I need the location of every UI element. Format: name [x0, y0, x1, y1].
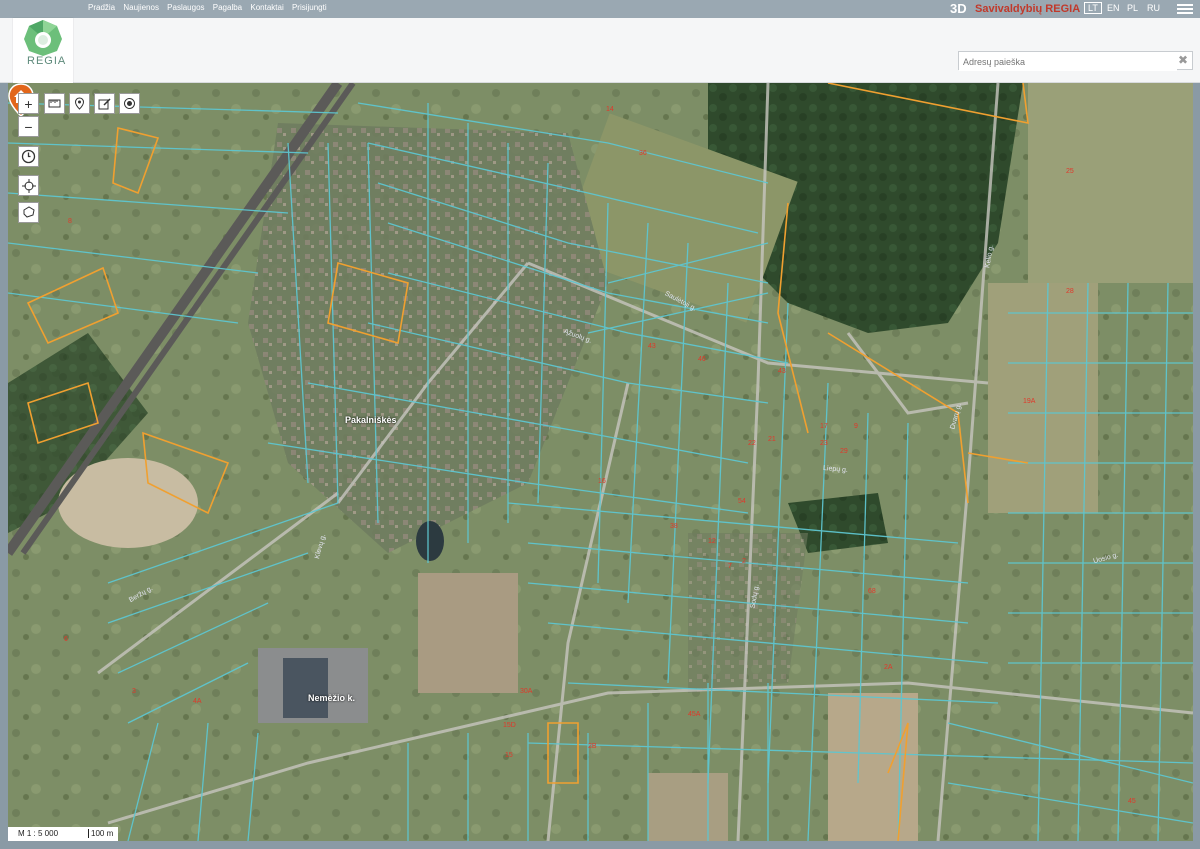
parcel-number: 7: [728, 563, 732, 570]
zoom-out-button[interactable]: −: [18, 116, 39, 137]
parcel-number: 36: [639, 150, 647, 157]
ruler-icon: [48, 99, 61, 108]
regia-logo-icon: [24, 20, 62, 56]
pin-icon: [74, 97, 85, 110]
parcel-number: 2: [742, 558, 746, 565]
parcel-number: 21: [768, 436, 776, 443]
target-icon: [124, 98, 135, 109]
parcel-number: 23: [820, 440, 828, 447]
map-canvas[interactable]: 21 22 23 17 19A 25 28 14 45 12 2A 3 38 3…: [8, 83, 1193, 841]
zoom-in-button[interactable]: +: [18, 93, 39, 114]
target-button[interactable]: [119, 93, 140, 114]
parcel-number: 2B: [588, 743, 597, 750]
edit-icon: [98, 98, 111, 110]
scale-ratio: M 1 : 5 000: [18, 829, 59, 838]
parcel-number: 17: [820, 423, 828, 430]
parcel-number: 43: [648, 343, 656, 350]
edit-button[interactable]: [94, 93, 115, 114]
nav-login[interactable]: Prisijungti: [292, 3, 327, 12]
main-nav: Pradžia Naujienos Paslaugos Pagalba Kont…: [88, 3, 333, 12]
brand-title: Savivaldybių REGIA: [975, 3, 1081, 15]
parcel-number: 46: [698, 356, 706, 363]
map-view[interactable]: 21 22 23 17 19A 25 28 14 45 12 2A 3 38 3…: [8, 83, 1193, 841]
place-pin-button[interactable]: [69, 93, 90, 114]
clear-icon[interactable]: ✖: [1178, 53, 1188, 67]
parcel-number: 54: [738, 498, 746, 505]
address-search: ✖: [958, 51, 1193, 71]
lang-lt[interactable]: LT: [1084, 2, 1102, 14]
scale-length: 100 m: [88, 829, 113, 838]
parcel-number: 9: [854, 423, 858, 430]
parcel-number: 15D: [503, 722, 516, 729]
parcel-number: 16: [598, 478, 606, 485]
parcel-number: 68: [868, 588, 876, 595]
logo-text: REGIA: [27, 55, 67, 67]
parcel-number: 6: [64, 636, 68, 643]
header: REGIA ✖: [0, 18, 1200, 84]
parcel-number: 12: [708, 538, 716, 545]
address-search-input[interactable]: [959, 53, 1177, 71]
logo[interactable]: REGIA: [13, 18, 73, 84]
parcel-number: 38: [670, 523, 678, 530]
locate-button[interactable]: [18, 175, 39, 196]
parcel-number: 28: [1066, 288, 1074, 295]
minus-icon: −: [24, 118, 33, 135]
parcel-number: 29: [840, 448, 848, 455]
parcel-number: 8: [68, 218, 72, 225]
nav-help[interactable]: Pagalba: [213, 3, 242, 12]
parcel-number: 22: [748, 440, 756, 447]
history-button[interactable]: [18, 146, 39, 167]
parcel-number: 25: [1066, 168, 1074, 175]
3d-toggle-button[interactable]: 3D: [950, 1, 967, 16]
parcel-number: 43: [778, 368, 786, 375]
lang-ru[interactable]: RU: [1147, 3, 1160, 13]
nav-services[interactable]: Paslaugos: [167, 3, 204, 12]
parcel-number: 3: [132, 688, 136, 695]
scale-bar: M 1 : 5 000 100 m: [8, 827, 118, 841]
parcel-number: 45A: [688, 711, 701, 718]
nav-contacts[interactable]: Kontaktai: [250, 3, 283, 12]
place-name-nemezio: Nemėžio k.: [308, 693, 356, 703]
nav-news[interactable]: Naujienos: [123, 3, 159, 12]
clock-icon: [21, 149, 36, 164]
place-name-pakalniskes: Pakalniškės: [345, 415, 397, 425]
nav-home[interactable]: Pradžia: [88, 3, 115, 12]
measure-button[interactable]: [44, 93, 65, 114]
crosshair-icon: [21, 178, 36, 193]
lasso-icon: [23, 206, 35, 218]
menu-icon[interactable]: [1177, 2, 1193, 15]
lang-en[interactable]: EN: [1107, 3, 1120, 13]
top-bar: Pradžia Naujienos Paslaugos Pagalba Kont…: [0, 0, 1200, 19]
parcel-number: 30A: [520, 688, 533, 695]
parcel-number: 19A: [1023, 398, 1036, 405]
lang-pl[interactable]: PL: [1127, 3, 1138, 13]
plus-icon: +: [24, 95, 33, 112]
parcel-number: 2A: [884, 664, 893, 671]
parcel-number: 14: [606, 106, 614, 113]
parcel-number: 45: [1128, 798, 1136, 805]
parcel-number: 4A: [193, 698, 202, 705]
draw-area-button[interactable]: [18, 202, 39, 223]
parcel-number: 15: [505, 752, 513, 759]
